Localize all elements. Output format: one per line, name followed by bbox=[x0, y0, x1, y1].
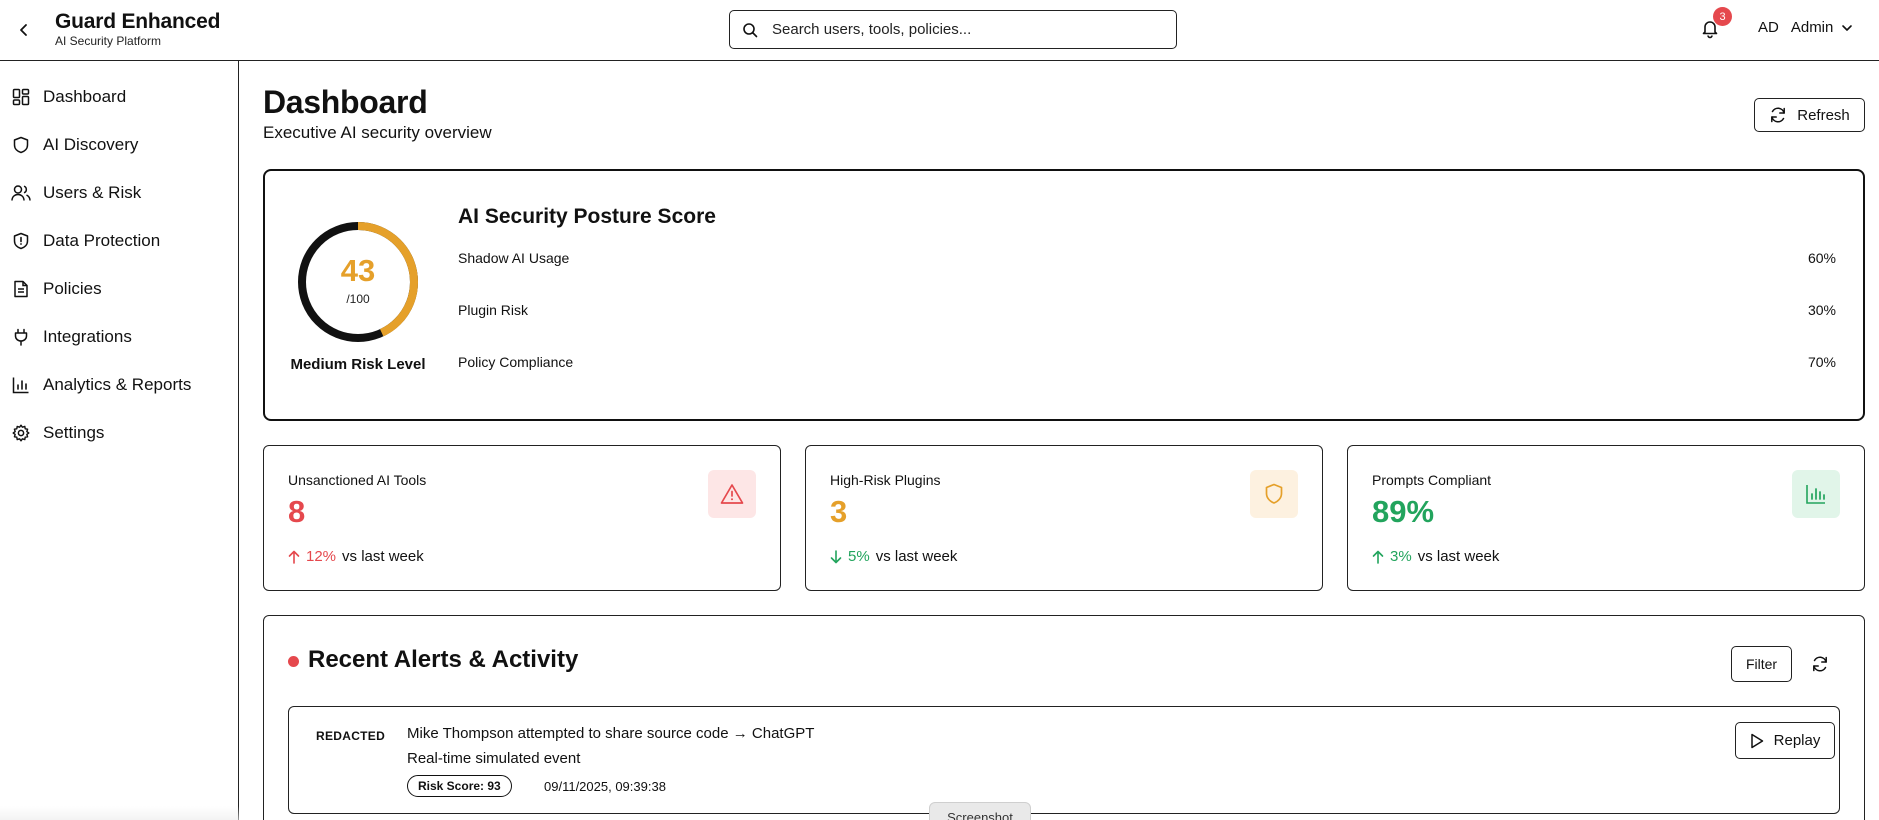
stat-card-unsanctioned-ai-tools: Unsanctioned AI Tools 8 12% vs last week bbox=[263, 445, 781, 591]
bar-chart-icon bbox=[11, 375, 31, 395]
posture-score-card: 43 /100 Medium Risk Level AI Security Po… bbox=[263, 169, 1865, 421]
chevron-down-icon bbox=[1841, 22, 1853, 34]
metric-value: 70% bbox=[1807, 354, 1836, 370]
user-avatar: AD bbox=[1758, 19, 1779, 36]
sidebar-item-policies[interactable]: Policies bbox=[0, 269, 238, 309]
stat-value: 3 bbox=[830, 494, 848, 529]
arrow-up-icon bbox=[288, 550, 300, 564]
metric-label: Plugin Risk bbox=[458, 302, 529, 318]
user-name: Admin bbox=[1790, 19, 1834, 36]
sidebar-item-analytics-reports[interactable]: Analytics & Reports bbox=[0, 365, 238, 405]
refresh-icon bbox=[1769, 106, 1787, 124]
sidebar-item-users-risk[interactable]: Users & Risk bbox=[0, 173, 238, 213]
stat-card-high-risk-plugins: High-Risk Plugins 3 5% vs last week bbox=[805, 445, 1323, 591]
page-title: Dashboard bbox=[263, 84, 428, 120]
top-bar: Guard Enhanced AI Security Platform 3 AD… bbox=[0, 0, 1879, 61]
shield-alert-icon bbox=[11, 231, 31, 251]
trend-suffix: vs last week bbox=[1417, 548, 1500, 565]
warning-triangle-icon bbox=[708, 470, 756, 518]
alert-item[interactable]: REDACTED Mike Thompson attempted to shar… bbox=[288, 706, 1840, 814]
play-icon bbox=[1750, 733, 1764, 749]
risk-score-badge: Risk Score: 93 bbox=[407, 775, 512, 797]
screenshot-tab[interactable]: Screenshot bbox=[929, 802, 1031, 820]
metric-label: Policy Compliance bbox=[458, 354, 574, 370]
sidebar-item-settings[interactable]: Settings bbox=[0, 413, 238, 453]
alerts-title: Recent Alerts & Activity bbox=[308, 646, 579, 673]
sidebar-item-dashboard[interactable]: Dashboard bbox=[0, 77, 238, 117]
sidebar-item-ai-discovery[interactable]: AI Discovery bbox=[0, 125, 238, 165]
alert-description: Real-time simulated event bbox=[407, 750, 581, 767]
posture-score-max: /100 bbox=[346, 292, 370, 306]
sidebar-fade bbox=[0, 806, 239, 820]
chevron-left-icon bbox=[20, 24, 27, 36]
sidebar-item-integrations[interactable]: Integrations bbox=[0, 317, 238, 357]
trend-value: 3% bbox=[1390, 548, 1412, 565]
sidebar-item-label: AI Discovery bbox=[43, 135, 139, 154]
shield-icon bbox=[1250, 470, 1298, 518]
sidebar: Dashboard AI Discovery Users & Risk Data… bbox=[0, 61, 239, 820]
stat-trend: 3% vs last week bbox=[1372, 548, 1499, 565]
stat-label: High-Risk Plugins bbox=[830, 472, 941, 488]
bar-chart-icon bbox=[1792, 470, 1840, 518]
notification-badge: 3 bbox=[1713, 7, 1732, 26]
alert-title: Mike Thompson attempted to share source … bbox=[407, 725, 815, 742]
sidebar-item-label: Policies bbox=[43, 279, 102, 298]
risk-level-label: Medium Risk Level bbox=[290, 356, 426, 373]
alert-timestamp: 09/11/2025, 09:39:38 bbox=[544, 779, 666, 794]
shield-icon bbox=[11, 135, 31, 155]
metric-label: Shadow AI Usage bbox=[458, 250, 570, 266]
sidebar-item-label: Dashboard bbox=[43, 87, 127, 106]
stat-value: 8 bbox=[288, 494, 306, 529]
live-indicator-dot bbox=[288, 656, 299, 667]
metric-value: 30% bbox=[1807, 302, 1836, 318]
sidebar-item-label: Users & Risk bbox=[43, 183, 142, 202]
stat-value: 89% bbox=[1372, 494, 1435, 529]
back-button[interactable] bbox=[12, 18, 36, 42]
refresh-label: Refresh bbox=[1797, 106, 1850, 124]
metric-value: 60% bbox=[1807, 250, 1836, 266]
gear-icon bbox=[11, 423, 31, 443]
filter-button[interactable]: Filter bbox=[1731, 646, 1792, 682]
posture-score-value: 43 bbox=[340, 253, 376, 288]
metric-policy-compliance: Policy Compliance 70% bbox=[458, 354, 1836, 370]
arrow-up-icon bbox=[1372, 550, 1384, 564]
sidebar-item-label: Data Protection bbox=[43, 231, 161, 250]
stat-trend: 12% vs last week bbox=[288, 548, 424, 565]
stat-trend: 5% vs last week bbox=[830, 548, 957, 565]
sidebar-item-data-protection[interactable]: Data Protection bbox=[0, 221, 238, 261]
refresh-button[interactable]: Refresh bbox=[1754, 98, 1865, 132]
dashboard-icon bbox=[11, 87, 31, 107]
stat-label: Unsanctioned AI Tools bbox=[288, 472, 427, 488]
search-input[interactable] bbox=[772, 21, 1152, 38]
alerts-refresh-button[interactable] bbox=[1809, 653, 1831, 675]
recent-alerts-panel: Recent Alerts & Activity Filter REDACTED… bbox=[263, 615, 1865, 820]
page-subtitle: Executive AI security overview bbox=[263, 123, 492, 142]
stat-label: Prompts Compliant bbox=[1372, 472, 1492, 488]
app-subtitle: AI Security Platform bbox=[55, 34, 162, 48]
posture-title: AI Security Posture Score bbox=[458, 205, 716, 228]
replay-button[interactable]: Replay bbox=[1735, 722, 1835, 759]
sidebar-item-label: Integrations bbox=[43, 327, 132, 346]
replay-label: Replay bbox=[1773, 732, 1821, 749]
document-icon bbox=[11, 279, 31, 299]
user-menu[interactable]: AD Admin bbox=[1758, 19, 1853, 36]
trend-suffix: vs last week bbox=[875, 548, 958, 565]
alert-tag: REDACTED bbox=[316, 729, 386, 743]
users-icon bbox=[11, 183, 31, 203]
app-title: Guard Enhanced bbox=[55, 10, 221, 33]
arrow-down-icon bbox=[830, 549, 842, 564]
refresh-icon bbox=[1813, 656, 1827, 672]
stat-card-prompts-compliant: Prompts Compliant 89% 3% vs last week bbox=[1347, 445, 1865, 591]
trend-value: 5% bbox=[848, 548, 870, 565]
search-icon bbox=[742, 20, 762, 40]
metric-shadow-ai-usage: Shadow AI Usage 60% bbox=[458, 250, 1836, 266]
search-box[interactable] bbox=[729, 10, 1177, 49]
sidebar-item-label: Analytics & Reports bbox=[43, 375, 192, 394]
sidebar-item-label: Settings bbox=[43, 423, 105, 442]
metric-plugin-risk: Plugin Risk 30% bbox=[458, 302, 1836, 318]
trend-suffix: vs last week bbox=[342, 548, 424, 565]
plug-icon bbox=[11, 327, 31, 347]
trend-value: 12% bbox=[306, 548, 337, 565]
